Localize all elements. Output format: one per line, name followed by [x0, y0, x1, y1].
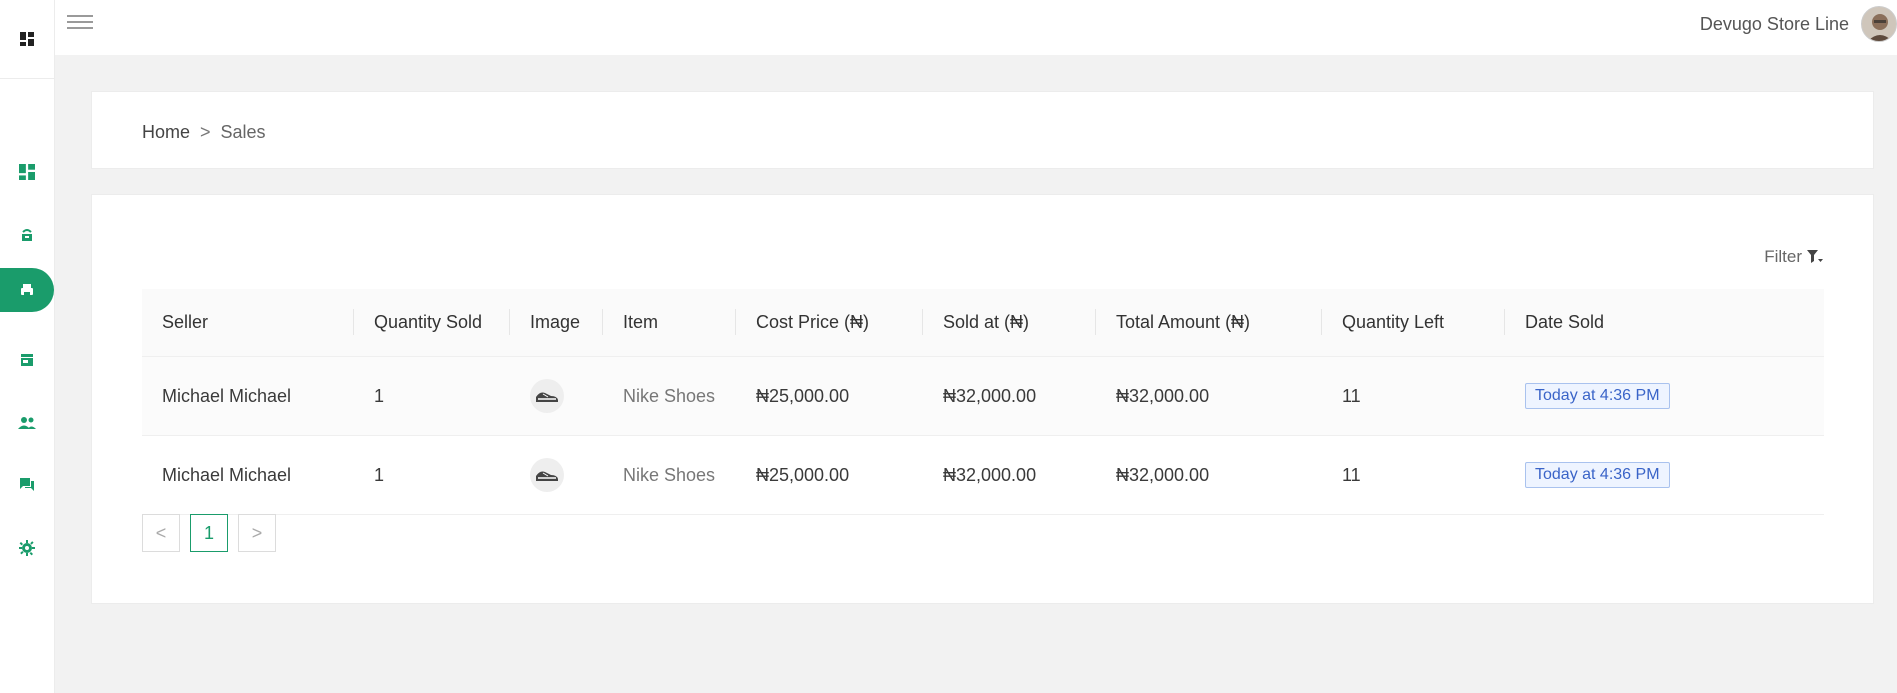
total-amount-cell: ₦32,000.00	[1096, 435, 1322, 515]
filter-icon	[1807, 250, 1823, 263]
table-row[interactable]: Michael Michael 1 Nike Shoes ₦25,000.00 …	[142, 435, 1824, 515]
column-header[interactable]: Seller	[142, 289, 354, 357]
sidebar-item-users[interactable]	[0, 401, 54, 445]
column-header[interactable]: Sold at (₦)	[923, 289, 1096, 357]
avatar[interactable]	[1861, 6, 1897, 42]
product-thumbnail[interactable]	[530, 379, 564, 413]
menu-toggle-button[interactable]	[67, 15, 93, 33]
sidebar	[0, 0, 55, 693]
quantity-sold-cell: 1	[354, 435, 510, 515]
date-sold-tag: Today at 4:36 PM	[1525, 462, 1670, 488]
sidebar-item-devices[interactable]	[0, 213, 54, 257]
sales-icon	[21, 284, 33, 296]
breadcrumb-home-link[interactable]: Home	[142, 122, 190, 143]
quantity-left-cell: 11	[1322, 356, 1505, 436]
dashboard-logo-icon	[20, 32, 34, 46]
breadcrumb: Home > Sales	[142, 122, 266, 143]
filter-label: Filter	[1764, 247, 1802, 266]
column-header[interactable]: Cost Price (₦)	[736, 289, 923, 357]
breadcrumb-card: Home > Sales	[91, 91, 1874, 169]
sidebar-item-settings[interactable]	[0, 526, 54, 570]
settings-icon	[19, 540, 35, 556]
sold-at-cell: ₦32,000.00	[923, 356, 1096, 436]
item-cell: Nike Shoes	[603, 435, 736, 515]
column-header[interactable]: Item	[603, 289, 736, 357]
seller-cell: Michael Michael	[142, 356, 354, 436]
chat-icon	[20, 478, 34, 491]
top-bar: Devugo Store Line	[55, 0, 1897, 55]
prev-page-button[interactable]: <	[142, 514, 180, 552]
hamburger-line	[67, 21, 93, 23]
date-sold-cell: Today at 4:36 PM	[1505, 435, 1824, 515]
image-cell	[510, 356, 603, 436]
quantity-left-cell: 11	[1322, 435, 1505, 515]
seller-cell: Michael Michael	[142, 435, 354, 515]
app-logo[interactable]	[0, 0, 54, 79]
sidebar-item-dashboard[interactable]	[0, 150, 54, 194]
image-cell	[510, 435, 603, 515]
column-header[interactable]: Total Amount (₦)	[1096, 289, 1322, 357]
column-header[interactable]: Quantity Left	[1322, 289, 1505, 357]
table-row[interactable]: Michael Michael 1 Nike Shoes ₦25,000.00 …	[142, 356, 1824, 436]
hamburger-line	[67, 15, 93, 17]
next-page-button[interactable]: >	[238, 514, 276, 552]
pagination: < 1 >	[142, 514, 276, 552]
page-button-current[interactable]: 1	[190, 514, 228, 552]
item-cell: Nike Shoes	[603, 356, 736, 436]
total-amount-cell: ₦32,000.00	[1096, 356, 1322, 436]
date-sold-tag: Today at 4:36 PM	[1525, 383, 1670, 409]
column-header[interactable]: Date Sold	[1505, 289, 1824, 357]
cost-price-cell: ₦25,000.00	[736, 356, 923, 436]
sidebar-item-messages[interactable]	[0, 463, 54, 507]
table-header-row: Seller Quantity Sold Image Item Cost Pri…	[142, 289, 1824, 357]
column-header[interactable]: Quantity Sold	[354, 289, 510, 357]
sales-table: Seller Quantity Sold Image Item Cost Pri…	[142, 289, 1824, 515]
date-sold-cell: Today at 4:36 PM	[1505, 356, 1824, 436]
column-header[interactable]: Image	[510, 289, 603, 357]
shoe-icon	[536, 392, 558, 402]
dashboard-icon	[19, 164, 35, 180]
quantity-sold-cell: 1	[354, 356, 510, 436]
breadcrumb-current: Sales	[220, 122, 266, 142]
avatar-icon	[1862, 7, 1896, 41]
sidebar-item-sales[interactable]	[0, 268, 54, 312]
hamburger-line	[67, 27, 93, 29]
store-icon	[21, 354, 33, 366]
users-icon	[18, 417, 36, 429]
phone-icon	[22, 229, 32, 241]
cost-price-cell: ₦25,000.00	[736, 435, 923, 515]
filter-button[interactable]: Filter	[1764, 247, 1823, 267]
shoe-icon	[536, 471, 558, 481]
breadcrumb-separator: >	[200, 122, 211, 142]
sidebar-item-store[interactable]	[0, 338, 54, 382]
sales-card: Filter Seller Quantity Sold Image Item C…	[91, 194, 1874, 604]
store-name: Devugo Store Line	[1699, 14, 1849, 34]
sold-at-cell: ₦32,000.00	[923, 435, 1096, 515]
product-thumbnail[interactable]	[530, 458, 564, 492]
